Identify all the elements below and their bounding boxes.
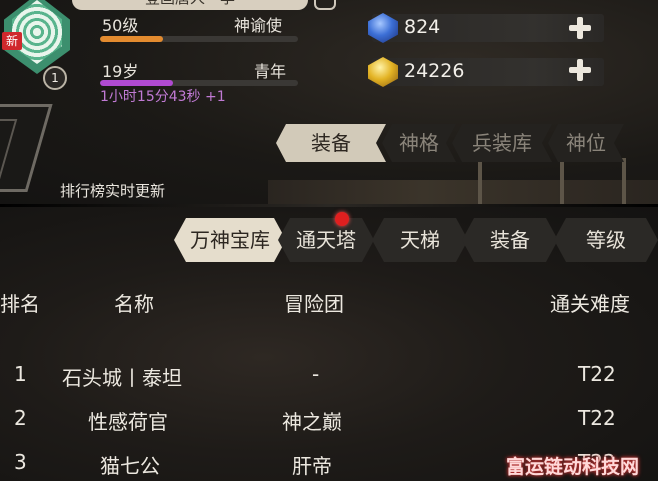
row-rank: 1 xyxy=(14,362,27,386)
row-difficulty: T22 xyxy=(578,406,616,430)
equipment-tabs: 装备 神格 兵装库 神位 xyxy=(276,124,658,162)
row-team: 神之巅 xyxy=(282,410,342,434)
row-team: - xyxy=(312,362,320,386)
tab-sky-tower[interactable]: 通天塔 xyxy=(278,218,374,262)
tab-armory[interactable]: 兵装库 xyxy=(452,124,552,162)
add-gold-button[interactable] xyxy=(568,58,592,82)
title-text: 神谕使 xyxy=(234,16,283,35)
tab-pantheon-vault[interactable]: 万神宝库 xyxy=(174,218,286,262)
share-icon[interactable] xyxy=(314,0,336,10)
decorative-post xyxy=(622,158,626,204)
ranking-notice: 排行榜实时更新 xyxy=(60,182,166,200)
ranking-tabs: 万神宝库 通天塔 天梯 装备 等级 xyxy=(174,218,658,262)
decorative-strip xyxy=(268,180,658,204)
decorative-post xyxy=(560,158,564,204)
tab-equipment-rank[interactable]: 装备 xyxy=(462,218,558,262)
timer-text: 1小时15分43秒 +1 xyxy=(100,89,226,105)
notification-dot xyxy=(335,212,349,226)
age-title: 青年 xyxy=(254,62,287,81)
header-difficulty: 通关难度 xyxy=(550,292,630,316)
panel-divider xyxy=(0,204,658,207)
level-bar xyxy=(100,36,298,42)
row-name[interactable]: 性感荷官 xyxy=(88,406,168,435)
row-name[interactable]: 石头城丨泰坦 xyxy=(62,362,182,391)
new-badge: 新 xyxy=(2,32,23,50)
watermark: 富运链动科技网 xyxy=(506,456,640,478)
row-rank: 2 xyxy=(14,406,27,430)
level-text: 50级 xyxy=(102,16,139,35)
row-difficulty: T22 xyxy=(578,362,616,386)
tab-equipment[interactable]: 装备 xyxy=(276,124,386,162)
add-diamond-button[interactable] xyxy=(568,16,592,40)
character-panel-inner xyxy=(0,119,18,179)
tab-divinity[interactable]: 神格 xyxy=(382,124,456,162)
tab-ladder[interactable]: 天梯 xyxy=(372,218,468,262)
header-rank: 排名 xyxy=(0,292,40,316)
row-team: 肝帝 xyxy=(292,454,332,478)
player-name: 登画唐人・李 xyxy=(72,0,308,10)
row-rank: 3 xyxy=(14,450,27,474)
level-bar-fill xyxy=(100,36,164,42)
row-name[interactable]: 猫七公 xyxy=(100,450,160,479)
gold-count: 24226 xyxy=(404,60,465,82)
tab-god-rank[interactable]: 神位 xyxy=(548,124,624,162)
avatar-count-badge: 1 xyxy=(43,66,67,90)
age-text: 19岁 xyxy=(102,62,139,81)
decorative-post xyxy=(478,158,482,204)
tab-level-rank[interactable]: 等级 xyxy=(554,218,658,262)
header-name: 名称 xyxy=(114,292,154,316)
diamond-count: 824 xyxy=(404,16,441,38)
header-team: 冒险团 xyxy=(284,292,344,316)
